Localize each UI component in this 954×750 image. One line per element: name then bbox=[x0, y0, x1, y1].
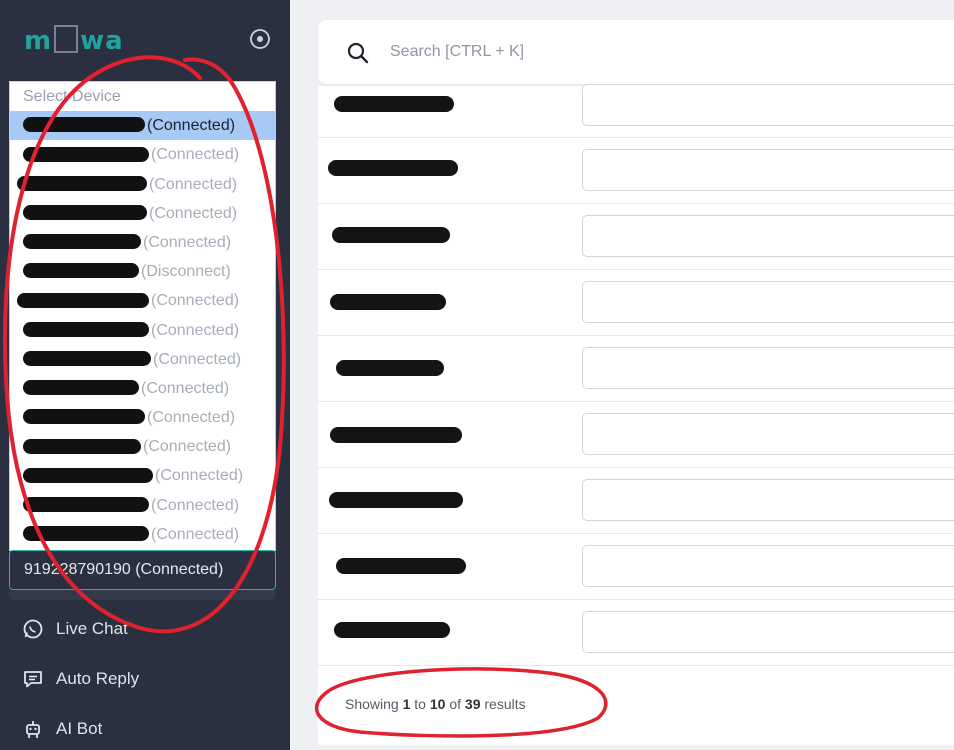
table-row bbox=[318, 72, 954, 138]
table-row bbox=[318, 534, 954, 600]
table-row bbox=[318, 204, 954, 270]
nav-item-auto-reply[interactable]: Auto Reply bbox=[22, 667, 139, 691]
nav-item-live-chat[interactable]: Live Chat bbox=[22, 617, 128, 641]
redaction-mark bbox=[17, 292, 149, 308]
nav-item-label: Auto Reply bbox=[56, 669, 140, 688]
redaction-mark bbox=[328, 160, 458, 176]
redaction-mark bbox=[334, 622, 450, 638]
redaction-mark bbox=[23, 117, 145, 133]
table-row bbox=[318, 468, 954, 534]
settings-icon[interactable] bbox=[249, 28, 271, 50]
device-select-placeholder: Select Device bbox=[23, 88, 121, 105]
nav-item-label: Live Chat bbox=[56, 619, 128, 638]
redaction-mark bbox=[23, 380, 139, 396]
table-row bbox=[318, 270, 954, 336]
redaction-mark bbox=[332, 227, 450, 243]
redaction-mark bbox=[23, 263, 139, 279]
row-input-field[interactable] bbox=[582, 215, 954, 257]
table-row bbox=[318, 402, 954, 468]
row-input-field[interactable] bbox=[582, 611, 954, 653]
redaction-mark bbox=[23, 526, 149, 542]
row-input-field[interactable] bbox=[582, 281, 954, 323]
redaction-mark bbox=[23, 496, 149, 512]
pagination-summary: Showing 1 to 10 of 39 results bbox=[345, 696, 526, 712]
device-option[interactable]: (Connected) bbox=[10, 111, 275, 141]
row-input-field[interactable] bbox=[582, 347, 954, 389]
device-option[interactable]: (Connected) bbox=[10, 170, 275, 199]
device-option[interactable]: (Connected) bbox=[10, 403, 275, 432]
redaction-mark bbox=[336, 360, 444, 376]
nav-item-label: AI Bot bbox=[56, 719, 103, 738]
row-input-field[interactable] bbox=[582, 84, 954, 126]
row-input-field[interactable] bbox=[582, 479, 954, 521]
redaction-mark bbox=[23, 438, 141, 454]
device-option[interactable]: (Connected) bbox=[10, 520, 275, 549]
redaction-mark bbox=[330, 427, 462, 443]
search-icon bbox=[347, 42, 369, 64]
redaction-mark bbox=[23, 467, 153, 483]
device-option[interactable]: (Connected) bbox=[10, 286, 275, 315]
device-option[interactable]: (Connected) bbox=[10, 316, 275, 345]
device-option[interactable]: (Connected) bbox=[10, 432, 275, 461]
device-option[interactable]: (Connected) bbox=[10, 228, 275, 257]
sidebar: m wa Select Device (Connected) (Connected… bbox=[0, 0, 290, 750]
whatsapp-icon bbox=[23, 619, 43, 639]
table-row bbox=[318, 138, 954, 204]
redaction-mark bbox=[23, 234, 141, 250]
search-input[interactable] bbox=[390, 40, 910, 64]
device-option[interactable]: (Connected) bbox=[10, 345, 275, 374]
app-logo[interactable]: m wa bbox=[24, 24, 124, 56]
redaction-mark bbox=[330, 294, 446, 310]
message-icon bbox=[24, 671, 42, 688]
redaction-mark bbox=[17, 175, 147, 191]
table-row bbox=[318, 600, 954, 666]
redaction-mark bbox=[336, 558, 466, 574]
redaction-mark bbox=[23, 350, 151, 366]
nav-item-ai-bot[interactable]: AI Bot bbox=[22, 717, 102, 741]
device-option[interactable]: (Connected) bbox=[10, 199, 275, 228]
redaction-mark bbox=[23, 146, 149, 162]
device-option[interactable]: (Connected) bbox=[10, 140, 275, 169]
device-option[interactable]: (Disconnect) bbox=[10, 257, 275, 286]
row-input-field[interactable] bbox=[582, 545, 954, 587]
redaction-mark bbox=[329, 492, 463, 508]
redaction-mark bbox=[23, 321, 149, 337]
row-input-field[interactable] bbox=[582, 413, 954, 455]
redaction-mark bbox=[23, 205, 147, 221]
device-select-dropdown[interactable]: Select Device (Connected) (Connected) (C… bbox=[9, 81, 276, 551]
devices-table bbox=[318, 84, 954, 745]
device-select[interactable]: 919228790190 (Connected) bbox=[9, 550, 276, 590]
redaction-mark bbox=[23, 409, 145, 425]
sidebar-divider bbox=[9, 590, 276, 600]
row-input-field[interactable] bbox=[582, 149, 954, 191]
redaction-mark bbox=[334, 96, 454, 112]
device-option[interactable]: (Connected) bbox=[10, 461, 275, 490]
table-row bbox=[318, 336, 954, 402]
device-option[interactable]: (Connected) bbox=[10, 491, 275, 520]
robot-icon bbox=[26, 721, 40, 738]
device-option[interactable]: (Connected) bbox=[10, 374, 275, 403]
